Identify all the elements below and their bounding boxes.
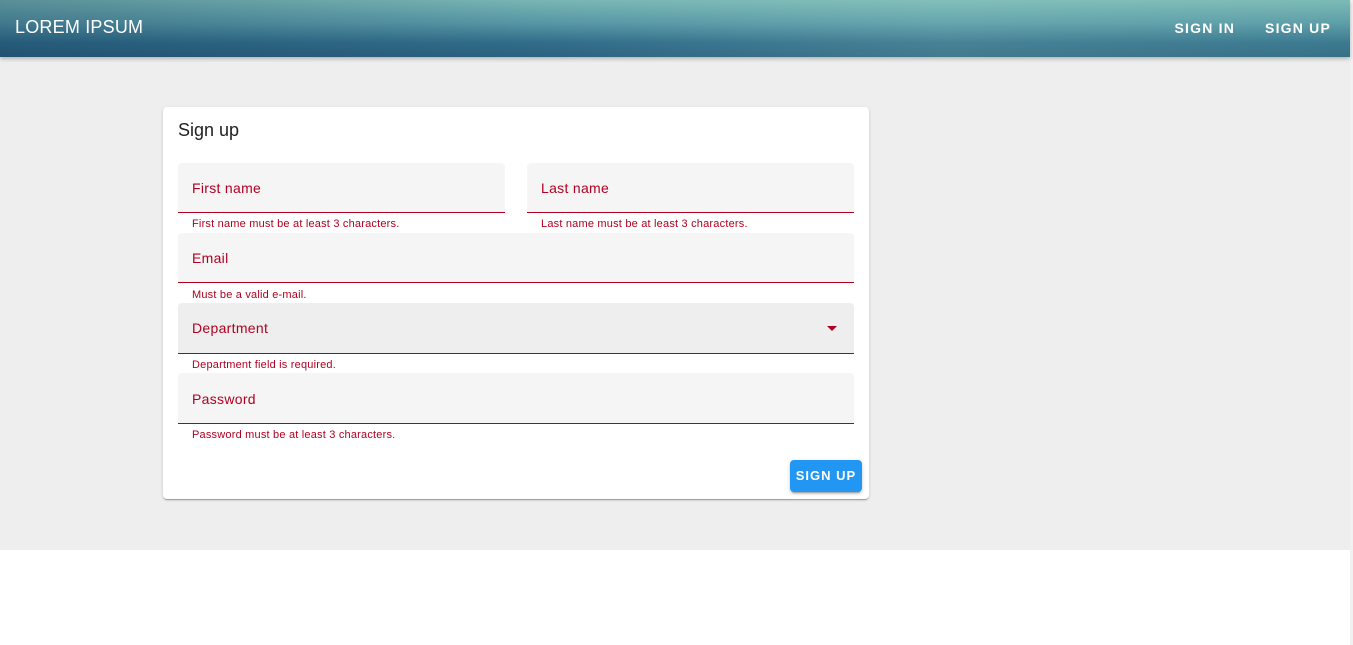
last-name-label: Last name	[541, 180, 610, 196]
card-title: Sign up	[178, 120, 240, 140]
email-label: Email	[192, 250, 229, 266]
signup-card: Sign up First name First name must be at…	[163, 107, 869, 499]
password-error: Password must be at least 3 characters.	[192, 429, 396, 441]
sign-in-nav-button[interactable]: SIGN IN	[1160, 0, 1251, 57]
email-error: Must be a valid e-mail.	[192, 289, 307, 301]
password-label: Password	[192, 391, 256, 407]
email-field[interactable]: Email	[178, 233, 854, 283]
last-name-error: Last name must be at least 3 characters.	[541, 218, 748, 230]
password-field[interactable]: Password	[178, 373, 854, 424]
main-content: Sign up First name First name must be at…	[0, 57, 1350, 550]
last-name-field[interactable]: Last name	[527, 163, 854, 213]
app-title: LOREM IPSUM	[15, 17, 144, 37]
sign-up-submit-button[interactable]: SIGN UP	[790, 460, 862, 492]
first-name-label: First name	[192, 180, 262, 196]
first-name-error: First name must be at least 3 characters…	[192, 218, 400, 230]
top-nav: SIGN IN SIGN UP	[1160, 0, 1351, 57]
sign-up-nav-button[interactable]: SIGN UP	[1250, 0, 1350, 57]
first-name-field[interactable]: First name	[178, 163, 505, 213]
app-toolbar: LOREM IPSUM SIGN IN SIGN UP	[0, 0, 1350, 57]
department-error: Department field is required.	[192, 359, 336, 371]
department-label: Department	[192, 320, 269, 336]
department-select[interactable]: Department	[178, 303, 854, 354]
chevron-down-icon[interactable]	[827, 326, 837, 331]
